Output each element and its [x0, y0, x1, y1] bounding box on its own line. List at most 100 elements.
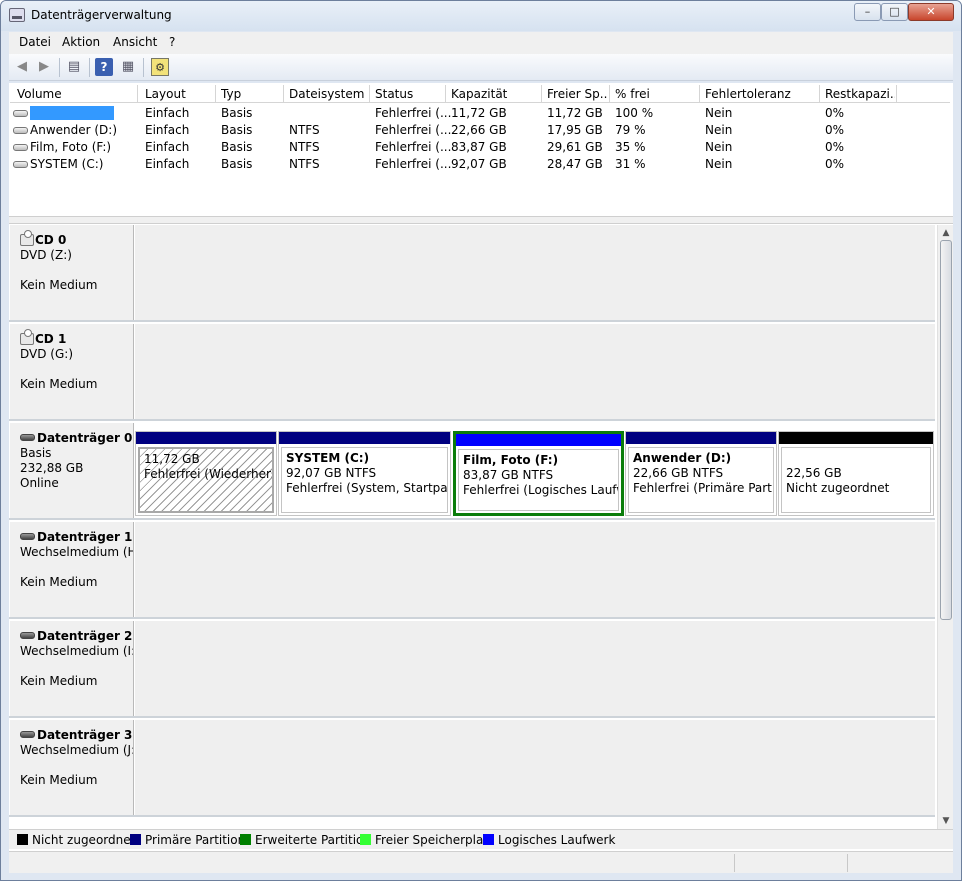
menu-aktion[interactable]: Aktion: [62, 35, 100, 49]
disk-graphical-view: CD 0 DVD (Z:) Kein Medium CD 1 DVD (G:) …: [9, 225, 937, 829]
cell-restkapazitaet: 0%: [825, 106, 845, 120]
partition-size: 22,66 GB NTFS: [633, 466, 724, 480]
partition-anwender-d[interactable]: Anwender (D:) 22,66 GB NTFS Fehlerfrei (…: [625, 431, 777, 516]
partition-recovery[interactable]: 11,72 GB Fehlerfrei (Wiederherstel: [135, 431, 277, 516]
cell-prozent-frei: 35 %: [615, 140, 646, 154]
volume-row[interactable]: Anwender (D:) Einfach Basis NTFS Fehlerf…: [10, 121, 950, 138]
col-prozent-frei[interactable]: % frei: [615, 87, 650, 101]
volume-drive-icon: [13, 161, 28, 168]
disk-info[interactable]: Datenträger 1 Wechselmedium (H Kein Medi…: [10, 522, 134, 617]
cell-restkapazitaet: 0%: [825, 140, 845, 154]
scroll-up-icon[interactable]: ▲: [938, 225, 954, 241]
title-bar: Datenträgerverwaltung – □ ✕: [1, 1, 961, 31]
legend-swatch: [130, 834, 141, 845]
forward-arrow-icon[interactable]: ▶: [35, 58, 53, 76]
menu-datei[interactable]: Datei: [19, 35, 51, 49]
volume-name-selection[interactable]: [30, 106, 114, 120]
partition-size: 22,56 GB: [786, 466, 842, 480]
status-separator: [734, 854, 735, 872]
close-button[interactable]: ✕: [908, 3, 954, 21]
partition-name: Anwender (D:): [633, 451, 732, 465]
partition-unallocated[interactable]: 22,56 GB Nicht zugeordnet: [778, 431, 934, 516]
cell-restkapazitaet: 0%: [825, 123, 845, 137]
partition-name: SYSTEM (C:): [286, 451, 370, 465]
column-divider[interactable]: [699, 85, 700, 102]
disk-type: Wechselmedium (H: [20, 545, 133, 559]
disk-partitions: 11,72 GB Fehlerfrei (Wiederherstel SYSTE…: [135, 423, 935, 518]
disk-row-disk1[interactable]: Datenträger 1 Wechselmedium (H Kein Medi…: [9, 522, 935, 619]
cell-freier-speicher: 17,95 GB: [547, 123, 603, 137]
cell-kapazitaet: 11,72 GB: [451, 106, 507, 120]
partition-name: Film, Foto (F:): [463, 453, 559, 467]
column-divider[interactable]: [137, 85, 138, 102]
col-freier-speicher[interactable]: Freier Sp...: [547, 87, 607, 101]
disk-management-window: Datenträgerverwaltung – □ ✕ Datei Aktion…: [0, 0, 962, 881]
disk-type: Wechselmedium (J:): [20, 743, 133, 757]
partition-status: Nicht zugeordnet: [786, 481, 890, 495]
cell-volume: Anwender (D:): [30, 123, 118, 137]
disk-management-icon: [9, 8, 25, 22]
legend-item: Logisches Laufwerk: [483, 833, 615, 847]
status-separator: [847, 854, 848, 872]
disk-status: Kein Medium: [20, 674, 98, 688]
back-arrow-icon[interactable]: ◀: [13, 58, 31, 76]
maximize-button[interactable]: □: [881, 3, 908, 21]
disk-row-disk2[interactable]: Datenträger 2 Wechselmedium (I:) Kein Me…: [9, 621, 935, 718]
menu-help[interactable]: ?: [169, 35, 175, 49]
cell-layout: Einfach: [145, 123, 190, 137]
disk-name: Datenträger 1: [37, 530, 133, 544]
volume-row[interactable]: Einfach Basis Fehlerfrei (... 11,72 GB 1…: [10, 104, 950, 121]
volume-row[interactable]: SYSTEM (C:) Einfach Basis NTFS Fehlerfre…: [10, 155, 950, 172]
partition-bar: [779, 432, 933, 444]
col-kapazitaet[interactable]: Kapazität: [451, 87, 507, 101]
column-divider[interactable]: [896, 85, 897, 102]
disk-status: Kein Medium: [20, 377, 98, 391]
disk-list-icon[interactable]: ▤: [65, 58, 83, 76]
scroll-down-icon[interactable]: ▼: [938, 813, 954, 829]
disk-info[interactable]: CD 1 DVD (G:) Kein Medium: [10, 324, 134, 419]
partition-system-c[interactable]: SYSTEM (C:) 92,07 GB NTFS Fehlerfrei (Sy…: [278, 431, 451, 516]
disk-info[interactable]: CD 0 DVD (Z:) Kein Medium: [10, 225, 134, 320]
menu-ansicht[interactable]: Ansicht: [113, 35, 157, 49]
column-divider[interactable]: [445, 85, 446, 102]
col-restkapazitaet[interactable]: Restkapazi...: [825, 87, 895, 101]
legend: Nicht zugeordnet Primäre Partition Erwei…: [9, 829, 953, 849]
col-volume[interactable]: Volume: [17, 87, 62, 101]
scrollbar-thumb[interactable]: [940, 240, 952, 620]
disk-row-cd1[interactable]: CD 1 DVD (G:) Kein Medium: [9, 324, 935, 421]
column-divider[interactable]: [215, 85, 216, 102]
partition-bar: [456, 434, 621, 446]
help-icon[interactable]: ?: [95, 58, 113, 76]
cell-dateisystem: NTFS: [289, 157, 320, 171]
col-dateisystem[interactable]: Dateisystem: [289, 87, 364, 101]
partition-size: 92,07 GB NTFS: [286, 466, 377, 480]
volume-row[interactable]: Film, Foto (F:) Einfach Basis NTFS Fehle…: [10, 138, 950, 155]
col-layout[interactable]: Layout: [145, 87, 186, 101]
minimize-button[interactable]: –: [854, 3, 881, 21]
column-divider[interactable]: [541, 85, 542, 102]
disk-body-empty: [135, 522, 935, 617]
disk-info[interactable]: Datenträger 2 Wechselmedium (I:) Kein Me…: [10, 621, 134, 716]
disk-info[interactable]: Datenträger 3 Wechselmedium (J:) Kein Me…: [10, 720, 134, 815]
disk-row-disk3[interactable]: Datenträger 3 Wechselmedium (J:) Kein Me…: [9, 720, 935, 817]
column-divider[interactable]: [609, 85, 610, 102]
column-divider[interactable]: [283, 85, 284, 102]
disk-info[interactable]: Datenträger 0 Basis 232,88 GB Online: [10, 423, 134, 518]
properties-icon[interactable]: ▦: [119, 58, 137, 76]
settings-icon[interactable]: ⚙: [151, 58, 169, 76]
col-typ[interactable]: Typ: [221, 87, 241, 101]
partition-film-foto-f[interactable]: Film, Foto (F:) 83,87 GB NTFS Fehlerfrei…: [453, 431, 624, 516]
legend-swatch: [17, 834, 28, 845]
column-divider[interactable]: [819, 85, 820, 102]
col-fehlertoleranz[interactable]: Fehlertoleranz: [705, 87, 791, 101]
vertical-scrollbar[interactable]: ▲ ▼: [937, 225, 953, 829]
disk-row-disk0[interactable]: Datenträger 0 Basis 232,88 GB Online 11,…: [9, 423, 935, 520]
col-status[interactable]: Status: [375, 87, 413, 101]
pane-splitter[interactable]: [9, 216, 953, 224]
disk-row-cd0[interactable]: CD 0 DVD (Z:) Kein Medium: [9, 225, 935, 322]
volume-drive-icon: [13, 127, 28, 134]
column-divider[interactable]: [369, 85, 370, 102]
toolbar-separator: [59, 58, 60, 77]
cell-fehlertoleranz: Nein: [705, 140, 733, 154]
cell-typ: Basis: [221, 106, 253, 120]
